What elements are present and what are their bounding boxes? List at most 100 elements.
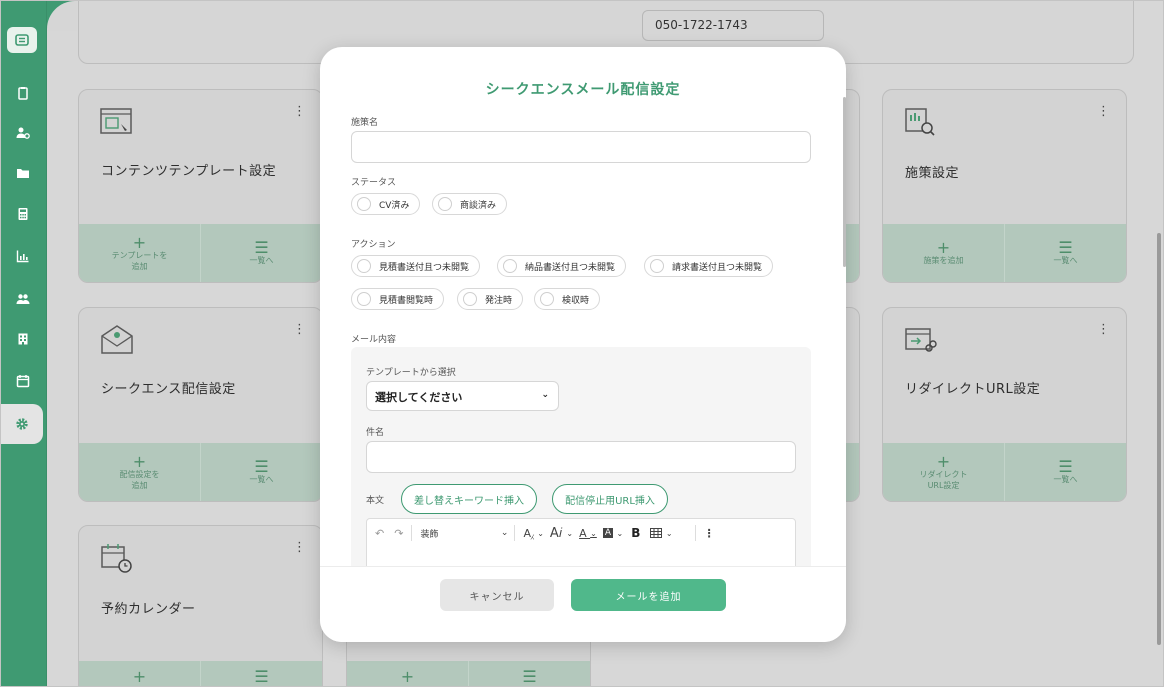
table-icon[interactable]: ⌄ <box>650 527 673 540</box>
policy-name-input[interactable] <box>351 131 811 163</box>
add-label: リダイレクト URL設定 <box>919 469 968 490</box>
more-options-icon[interactable]: ⋮ <box>704 527 715 540</box>
folder-icon[interactable] <box>11 161 35 185</box>
user-settings-icon[interactable] <box>11 121 35 145</box>
gear-icon[interactable] <box>1 404 43 444</box>
plus-icon: + <box>132 667 147 686</box>
card-title: 予約カレンダー <box>101 602 196 617</box>
option-label: 請求書送付且つ未開覧 <box>672 262 763 273</box>
option-label: 商談済み <box>460 200 497 211</box>
card-footer: + 施策を追加 ☰ 一覧へ <box>883 224 1126 282</box>
action-option-estimate-viewed[interactable]: 見積書閲覧時 <box>351 288 445 310</box>
plus-icon: + <box>400 667 415 686</box>
radio-icon <box>503 259 517 273</box>
main-corner <box>47 1 77 31</box>
list-icon: ☰ <box>522 667 537 686</box>
bold-icon[interactable]: B <box>631 526 640 540</box>
action-option-order[interactable]: 発注時 <box>457 288 524 310</box>
action-option-invoice[interactable]: 請求書送付且つ未開覧 <box>644 255 774 277</box>
list-label: 一覧へ <box>249 475 274 484</box>
dialog-scrollbar[interactable] <box>843 97 846 267</box>
radio-icon <box>357 197 371 211</box>
insert-keyword-button[interactable]: 差し替えキーワード挿入 <box>401 484 537 514</box>
add-label: テンプレートを 追加 <box>111 250 168 271</box>
card-menu-icon[interactable]: ⋮ <box>293 104 306 119</box>
users-icon[interactable] <box>11 287 35 311</box>
radio-icon <box>540 292 554 306</box>
highlight-color-icon[interactable]: A ⌄ <box>602 527 623 540</box>
list-label: 一覧へ <box>1053 256 1078 265</box>
app-window: 050-1722-1743 ⋮ コンテンツテンプレート設定 + テンプレートを 追… <box>0 0 1164 687</box>
list-icon: ☰ <box>254 457 269 476</box>
policy-list-button[interactable]: ☰ 一覧へ <box>1004 224 1126 282</box>
cancel-button[interactable]: キャンセル <box>440 579 554 611</box>
template-select[interactable]: 選択してください ⌄ <box>366 381 559 411</box>
card-title: コンテンツテンプレート設定 <box>101 164 277 179</box>
divider <box>694 525 696 541</box>
card-menu-icon[interactable]: ⋮ <box>293 322 306 337</box>
option-label: 見積書送付且つ未開覧 <box>379 262 470 273</box>
option-label: 見積書閲覧時 <box>379 295 434 306</box>
redirect-link-icon <box>903 324 939 356</box>
add-policy-button[interactable]: + 施策を追加 <box>883 224 1004 282</box>
select-value: 選択してください <box>375 391 463 404</box>
template-icon <box>99 106 135 138</box>
divider <box>514 525 516 541</box>
status-label: ステータス <box>351 178 397 188</box>
page-scrollbar[interactable] <box>1157 233 1161 645</box>
radio-icon <box>357 259 371 273</box>
chart-search-icon <box>903 106 939 138</box>
dialog-title: シークエンスメール配信設定 <box>485 82 681 98</box>
status-option-cv[interactable]: CV済み <box>351 193 421 215</box>
card-footer: + テンプレートを 追加 ☰ 一覧へ <box>79 224 322 282</box>
font-color-icon[interactable]: A ⌄ <box>579 527 597 540</box>
action-option-estimate[interactable]: 見積書送付且つ未開覧 <box>351 255 481 277</box>
plus-icon: + <box>132 232 147 252</box>
style-select[interactable]: 装飾 ⌄ <box>420 527 508 540</box>
card-menu-icon[interactable]: ⋮ <box>1097 104 1110 119</box>
radio-icon <box>463 292 477 306</box>
style-select-value: 装飾 <box>420 529 439 540</box>
bar-chart-icon[interactable] <box>11 244 35 268</box>
reservation-list-button[interactable]: ☰ <box>200 661 322 686</box>
add-reservation-button[interactable]: + <box>79 661 200 686</box>
add-mail-button[interactable]: メールを追加 <box>571 579 726 611</box>
building-icon[interactable] <box>11 327 35 351</box>
radio-icon <box>357 292 371 306</box>
subject-label: 件名 <box>366 428 385 438</box>
line-height-icon[interactable]: A𝑖 ⌄ <box>550 526 573 541</box>
card-menu-icon[interactable]: ⋮ <box>293 540 306 555</box>
sequence-delivery-card: ⋮ シークエンス配信設定 + 配信設定を 追加 ☰ 一覧へ <box>78 307 323 502</box>
policy-name-label: 施策名 <box>351 118 379 128</box>
font-size-icon[interactable]: A⁁ ⌄ <box>523 527 543 540</box>
calendar-icon[interactable] <box>11 369 35 393</box>
insert-unsubscribe-url-button[interactable]: 配信停止用URL挿入 <box>552 484 668 514</box>
sidebar <box>1 1 47 686</box>
calendar-clock-icon <box>99 542 135 574</box>
add-button[interactable]: + <box>347 661 468 686</box>
calculator-icon[interactable] <box>11 202 35 226</box>
radio-icon <box>438 197 452 211</box>
radio-icon <box>650 259 664 273</box>
action-option-delivery[interactable]: 納品書送付且つ未開覧 <box>497 255 627 277</box>
subject-input[interactable] <box>366 441 796 473</box>
list-icon: ☰ <box>1058 457 1073 476</box>
clipboard-icon[interactable] <box>11 81 35 105</box>
menu-icon[interactable] <box>7 27 37 53</box>
template-list-button[interactable]: ☰ 一覧へ <box>200 224 322 282</box>
add-delivery-button[interactable]: + 配信設定を 追加 <box>79 443 200 501</box>
option-label: 納品書送付且つ未開覧 <box>525 262 616 273</box>
action-option-inspection[interactable]: 検収時 <box>534 288 601 310</box>
option-label: CV済み <box>379 200 410 211</box>
list-button[interactable]: ☰ <box>468 661 590 686</box>
card-title: シークエンス配信設定 <box>101 382 236 397</box>
add-template-button[interactable]: + テンプレートを 追加 <box>79 224 200 282</box>
redirect-list-button[interactable]: ☰ 一覧へ <box>1004 443 1126 501</box>
undo-icon[interactable]: ↶ <box>375 527 384 540</box>
card-menu-icon[interactable]: ⋮ <box>1097 322 1110 337</box>
delivery-list-button[interactable]: ☰ 一覧へ <box>200 443 322 501</box>
redo-icon[interactable]: ↷ <box>394 527 403 540</box>
add-redirect-button[interactable]: + リダイレクト URL設定 <box>883 443 1004 501</box>
status-option-meeting[interactable]: 商談済み <box>432 193 508 215</box>
list-label: 一覧へ <box>249 256 274 265</box>
